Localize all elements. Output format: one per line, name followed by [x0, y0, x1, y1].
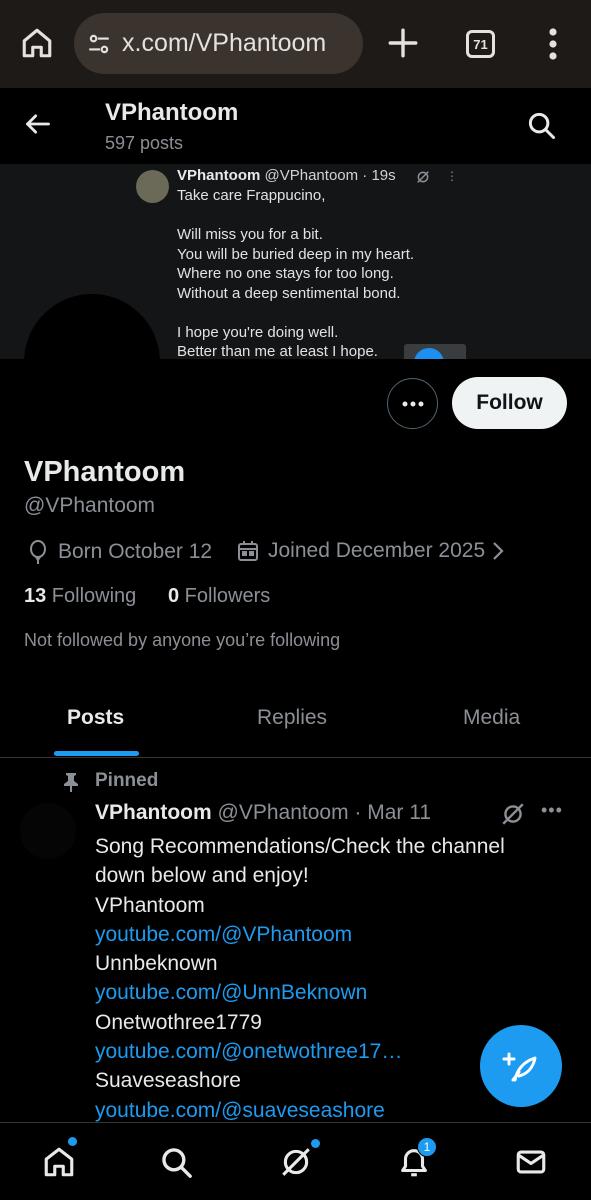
header-post-count: 597 posts — [105, 133, 184, 153]
post-link[interactable]: youtube.com/@onetwothree17… — [95, 1037, 505, 1066]
tab-replies[interactable]: Replies — [257, 706, 327, 730]
url-text: x.com/VPhantoom — [122, 29, 327, 57]
banner-more-icon: ⋮ — [446, 169, 458, 183]
search-icon[interactable] — [526, 110, 556, 140]
nav-home-icon[interactable] — [42, 1145, 76, 1179]
post-line: Unnbeknown — [95, 952, 218, 976]
nav-grok-icon[interactable] — [279, 1145, 313, 1179]
post-line: Song Recommendations/Check the channel — [95, 835, 505, 858]
browser-menu-icon[interactable] — [544, 26, 562, 62]
compose-post-button[interactable] — [480, 1025, 562, 1107]
site-settings-icon[interactable] — [86, 31, 112, 57]
followers-link[interactable]: 0 Followers — [168, 585, 270, 608]
bottom-navigation — [0, 1122, 591, 1200]
post-link[interactable]: youtube.com/@suaveseashore — [95, 1096, 505, 1125]
home-unread-dot — [68, 1137, 77, 1146]
post-avatar[interactable] — [20, 803, 76, 859]
post-link[interactable]: youtube.com/@VPhantoom — [95, 920, 505, 949]
joined-info[interactable]: Joined December 2025 — [236, 539, 513, 563]
more-dots-icon — [402, 401, 423, 406]
home-icon[interactable] — [20, 26, 54, 60]
balloon-icon — [30, 540, 46, 564]
nav-messages-icon[interactable] — [514, 1145, 548, 1179]
profile-name: VPhantoom — [24, 456, 186, 488]
notification-badge: 1 — [417, 1137, 437, 1157]
joined-text: Joined December 2025 — [268, 539, 486, 562]
profile-handle: @VPhantoom — [24, 494, 156, 517]
following-link[interactable]: 13 Following — [24, 585, 136, 608]
banner-avatar — [136, 170, 169, 203]
grok-icon[interactable] — [500, 801, 526, 827]
post-line: Suaveseashore — [95, 1069, 241, 1093]
banner-chip — [404, 344, 466, 359]
grok-icon — [417, 171, 429, 183]
header-name: VPhantoom — [105, 99, 239, 126]
tab-switcher-button[interactable]: 71 — [466, 30, 495, 58]
post-line: down below and enjoy! — [95, 864, 309, 888]
divider — [0, 757, 591, 758]
nav-search-icon[interactable] — [159, 1145, 193, 1179]
grok-unread-dot — [311, 1139, 320, 1148]
post-line: Onetwothree1779 — [95, 1010, 262, 1034]
tab-media[interactable]: Media — [463, 706, 520, 730]
back-arrow-icon[interactable] — [24, 110, 52, 138]
browser-toolbar: x.com/VPhantoom 71 — [0, 0, 591, 88]
active-tab-indicator — [54, 751, 139, 756]
birthday-info: Born October 12 — [26, 539, 212, 565]
banner-post-header: VPhantoom @VPhantoom · 19s — [177, 167, 396, 184]
birthday-text: Born October 12 — [58, 540, 213, 563]
chevron-right-icon — [493, 542, 504, 560]
banner-post-text: Take care Frappucino, Will miss you for … — [177, 187, 415, 359]
post-link[interactable]: youtube.com/@UnnBeknown — [95, 978, 505, 1007]
more-options-button[interactable] — [387, 378, 438, 429]
follow-button[interactable]: Follow — [452, 377, 567, 429]
profile-avatar[interactable] — [24, 294, 160, 430]
address-bar[interactable]: x.com/VPhantoom — [74, 13, 363, 74]
profile-header: VPhantoom 597 posts — [0, 88, 591, 164]
compose-feather-icon — [502, 1052, 537, 1082]
post-line: VPhantoom — [95, 893, 205, 917]
pinned-label: Pinned — [95, 770, 159, 791]
pin-icon — [64, 773, 78, 792]
post-header[interactable]: VPhantoom @VPhantoom · Mar 11 — [95, 801, 431, 825]
tab-posts[interactable]: Posts — [67, 706, 124, 730]
new-tab-plus-icon[interactable] — [386, 26, 420, 60]
post-more-icon[interactable]: ••• — [541, 800, 563, 821]
post-text: Song Recommendations/Check the channel d… — [95, 832, 505, 1125]
not-followed-text: Not followed by anyone you’re following — [24, 630, 341, 650]
calendar-icon — [238, 541, 258, 561]
